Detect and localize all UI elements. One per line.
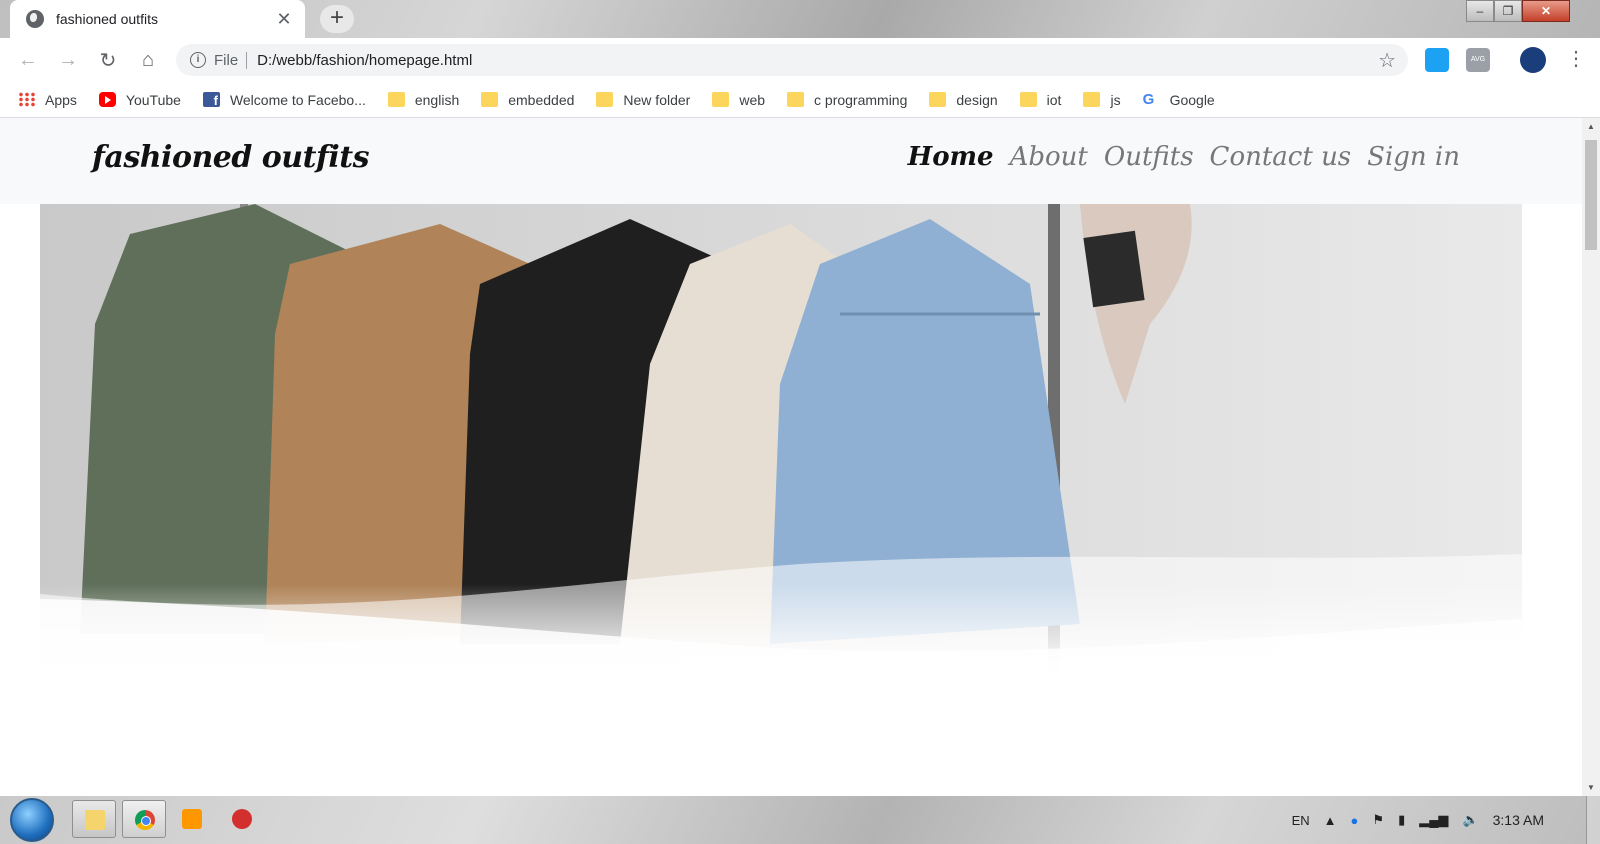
- bookmark-apps[interactable]: Apps: [18, 92, 77, 108]
- app-icon: [232, 809, 252, 829]
- bookmark-embedded[interactable]: embedded: [481, 92, 574, 108]
- bookmark-label: Google: [1169, 91, 1215, 108]
- reload-button[interactable]: ↻: [88, 48, 128, 73]
- tray-expand-icon[interactable]: ▲: [1324, 813, 1337, 828]
- url-text[interactable]: D:/webb/fashion/homepage.html: [257, 52, 1378, 69]
- site-info-icon[interactable]: i: [190, 52, 206, 68]
- bookmark-youtube[interactable]: YouTube: [98, 91, 181, 108]
- bookmark-c-programming[interactable]: c programming: [787, 92, 907, 108]
- browser-titlebar: fashioned outfits ✕ + ‒ ❐ ✕: [0, 0, 1600, 38]
- hat-band: [1083, 230, 1145, 308]
- start-button[interactable]: [10, 798, 54, 842]
- extension-avg-icon[interactable]: AVG: [1466, 48, 1490, 72]
- back-button[interactable]: ←: [8, 49, 48, 72]
- hero-fade: [40, 584, 1522, 674]
- scrollbar-thumb[interactable]: [1585, 140, 1597, 250]
- folder-icon: [1019, 92, 1037, 107]
- bookmark-label: web: [739, 91, 766, 108]
- tab-title: fashioned outfits: [56, 11, 158, 27]
- bookmark-label: design: [956, 91, 998, 108]
- facebook-icon: f: [202, 92, 220, 108]
- bookmark-label: c programming: [814, 91, 908, 108]
- window-controls: ‒ ❐ ✕: [1466, 0, 1570, 22]
- tray-app-icon[interactable]: ●: [1351, 813, 1359, 828]
- bookmark-js[interactable]: js: [1083, 91, 1121, 108]
- folder-icon: [787, 92, 805, 107]
- hero-image: [40, 204, 1522, 674]
- system-tray: EN ▲ ● ⚑ ▮ ▂▄▆ 🔈 3:13 AM: [1292, 796, 1600, 844]
- nav-about[interactable]: About: [1010, 142, 1088, 172]
- nav-contact-us[interactable]: Contact us: [1210, 142, 1352, 172]
- bookmark-google[interactable]: G Google: [1143, 92, 1215, 108]
- os-taskbar: EN ▲ ● ⚑ ▮ ▂▄▆ 🔈 3:13 AM: [0, 796, 1600, 844]
- forward-button[interactable]: →: [48, 49, 88, 72]
- bookmark-iot[interactable]: iot: [1019, 91, 1062, 108]
- folder-icon: [712, 92, 730, 107]
- battery-icon[interactable]: ▮: [1398, 812, 1405, 828]
- folder-icon: [481, 92, 499, 107]
- bookmark-facebook[interactable]: f Welcome to Facebo...: [202, 91, 366, 108]
- bookmark-new-folder[interactable]: New folder: [596, 92, 690, 108]
- bookmark-label: english: [414, 91, 460, 108]
- bookmark-label: Welcome to Facebo...: [229, 91, 366, 108]
- chrome-icon: [135, 810, 155, 830]
- nav-outfits[interactable]: Outfits: [1104, 142, 1194, 172]
- new-tab-button[interactable]: +: [320, 5, 354, 33]
- folder-icon: [596, 92, 614, 107]
- folder-icon: [1083, 92, 1101, 107]
- maximize-button[interactable]: ❐: [1494, 0, 1522, 22]
- scroll-up-icon[interactable]: ▲: [1587, 122, 1595, 131]
- bookmark-label: embedded: [508, 91, 575, 108]
- youtube-icon: [98, 92, 116, 107]
- apps-icon: [18, 92, 35, 107]
- site-navbar: fashioned outfits Home About Outfits Con…: [0, 118, 1582, 204]
- network-icon[interactable]: ▂▄▆: [1419, 812, 1448, 828]
- taskbar-sublime[interactable]: [170, 800, 214, 838]
- minimize-button[interactable]: ‒: [1466, 0, 1494, 22]
- bookmark-label: iot: [1046, 91, 1062, 108]
- nav-sign-in[interactable]: Sign in: [1367, 142, 1460, 172]
- sublime-icon: [182, 809, 202, 829]
- extension-translate-icon[interactable]: [1425, 48, 1449, 72]
- bookmark-label: js: [1110, 91, 1121, 108]
- site-nav-links: Home About Outfits Contact us Sign in: [892, 142, 1460, 172]
- taskbar-chrome[interactable]: [122, 800, 166, 838]
- bookmark-design[interactable]: design: [929, 91, 998, 108]
- page-scrollbar[interactable]: ▲ ▼: [1582, 118, 1600, 796]
- home-button[interactable]: ⌂: [128, 49, 168, 72]
- scroll-down-icon[interactable]: ▼: [1587, 783, 1595, 792]
- bookmark-label: YouTube: [125, 91, 181, 108]
- close-window-button[interactable]: ✕: [1522, 0, 1570, 22]
- bookmark-label: New folder: [623, 91, 691, 108]
- google-icon: G: [1142, 91, 1155, 108]
- language-indicator[interactable]: EN: [1292, 813, 1310, 828]
- bookmark-english[interactable]: english: [387, 91, 460, 108]
- flag-icon[interactable]: ⚑: [1372, 812, 1384, 828]
- folder-icon: [387, 92, 405, 107]
- profile-avatar[interactable]: [1520, 47, 1546, 73]
- browser-toolbar: ← → ↻ ⌂ i File D:/webb/fashion/homepage.…: [0, 38, 1600, 82]
- show-desktop-button[interactable]: [1586, 796, 1600, 844]
- clock[interactable]: 3:13 AM: [1493, 812, 1544, 828]
- nav-home[interactable]: Home: [908, 142, 994, 172]
- page-viewport: fashioned outfits Home About Outfits Con…: [0, 118, 1582, 796]
- site-brand[interactable]: fashioned outfits: [92, 140, 370, 175]
- url-scheme: File: [214, 51, 248, 69]
- taskbar-explorer[interactable]: [72, 800, 116, 838]
- bookmark-star-icon[interactable]: ☆: [1378, 48, 1396, 73]
- volume-icon[interactable]: 🔈: [1462, 812, 1478, 828]
- bookmarks-bar: Apps YouTube f Welcome to Facebo... engli…: [0, 82, 1600, 118]
- taskbar-app[interactable]: [220, 800, 264, 838]
- address-bar[interactable]: i File D:/webb/fashion/homepage.html ☆: [176, 44, 1408, 76]
- folder-icon: [85, 810, 105, 830]
- browser-menu-icon[interactable]: ⋮: [1566, 46, 1586, 71]
- globe-icon: [26, 10, 44, 28]
- bookmark-web[interactable]: web: [712, 92, 765, 108]
- tab-close-icon[interactable]: ✕: [271, 9, 297, 30]
- folder-icon: [929, 92, 947, 107]
- browser-tab[interactable]: fashioned outfits ✕: [10, 0, 305, 38]
- bookmark-label: Apps: [45, 91, 77, 108]
